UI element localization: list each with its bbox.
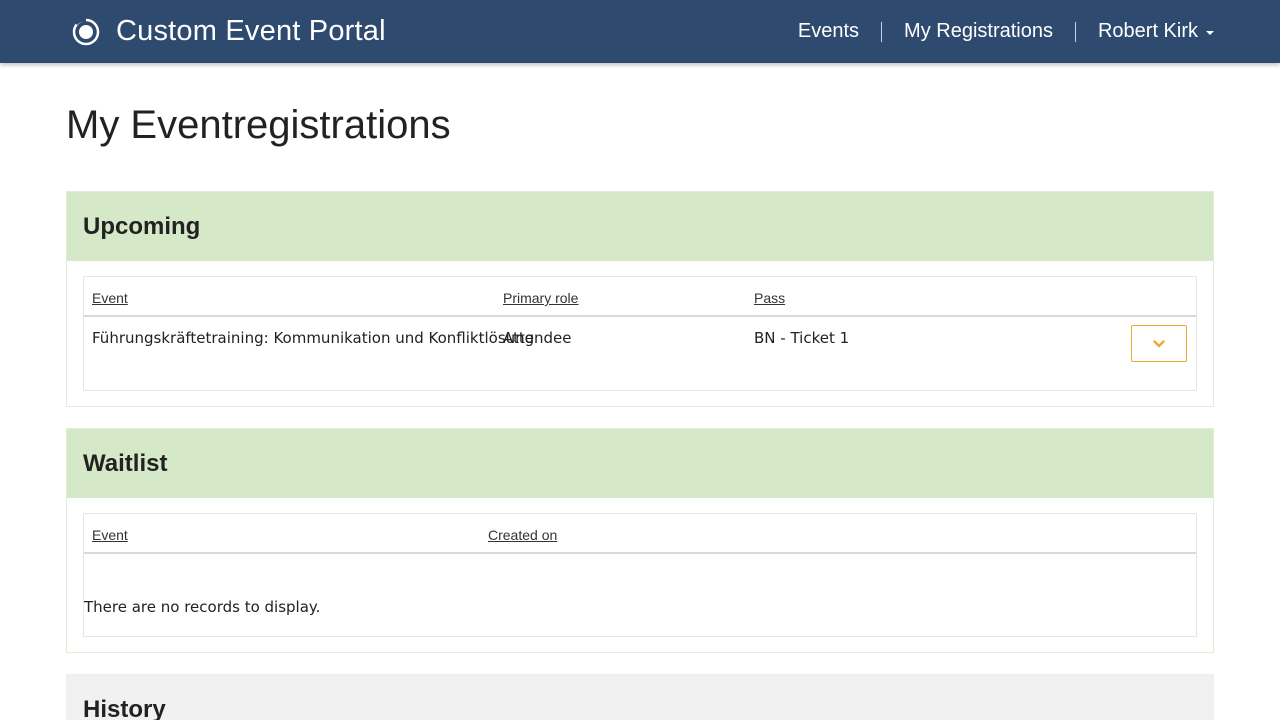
column-header-pass[interactable]: Pass bbox=[754, 290, 785, 306]
waitlist-panel-body: Event Created on There are no records to… bbox=[67, 498, 1213, 653]
caret-down-icon bbox=[1206, 30, 1214, 35]
page-title: My Eventregistrations bbox=[66, 103, 451, 147]
main-nav: Events My Registrations Robert Kirk bbox=[776, 0, 1214, 63]
nav-events-link[interactable]: Events bbox=[776, 20, 881, 43]
history-panel: History bbox=[66, 674, 1214, 720]
waitlist-panel: Waitlist Event Created on There are no r… bbox=[66, 428, 1214, 653]
user-name: Robert Kirk bbox=[1097, 20, 1198, 42]
waitlist-panel-heading: Waitlist bbox=[67, 429, 1213, 498]
cell-primary-role: Attendee bbox=[503, 329, 572, 347]
nav-my-registrations-link[interactable]: My Registrations bbox=[882, 20, 1075, 43]
column-header-created-on[interactable]: Created on bbox=[488, 527, 557, 543]
upcoming-grid-header: Event Primary role Pass bbox=[84, 277, 1196, 317]
waitlist-grid: Event Created on There are no records to… bbox=[83, 513, 1197, 637]
waitlist-empty-area: There are no records to display. bbox=[84, 554, 1196, 636]
brand-link[interactable]: Custom Event Portal bbox=[72, 0, 386, 63]
empty-records-message: There are no records to display. bbox=[84, 598, 321, 616]
history-title: History bbox=[83, 695, 166, 720]
upcoming-title: Upcoming bbox=[83, 212, 201, 240]
column-header-event[interactable]: Event bbox=[92, 527, 128, 543]
waitlist-grid-header: Event Created on bbox=[84, 514, 1196, 554]
upcoming-panel-heading: Upcoming bbox=[67, 192, 1213, 261]
cell-event: Führungskräftetraining: Kommunikation un… bbox=[92, 329, 535, 347]
column-header-event[interactable]: Event bbox=[92, 290, 128, 306]
app-title: Custom Event Portal bbox=[116, 15, 386, 47]
top-navbar: Custom Event Portal Events My Registrati… bbox=[0, 0, 1280, 63]
cell-pass: BN - Ticket 1 bbox=[754, 329, 850, 347]
user-menu-toggle[interactable]: Robert Kirk bbox=[1076, 20, 1214, 43]
table-row: Führungskräftetraining: Kommunikation un… bbox=[84, 317, 1196, 390]
upcoming-grid: Event Primary role Pass Führungskräftetr… bbox=[83, 276, 1197, 391]
upcoming-panel: Upcoming Event Primary role Pass Führung… bbox=[66, 191, 1214, 407]
upcoming-panel-body: Event Primary role Pass Führungskräftetr… bbox=[67, 261, 1213, 407]
waitlist-title: Waitlist bbox=[83, 449, 168, 477]
chevron-down-icon bbox=[1153, 339, 1165, 347]
portal-logo-icon bbox=[72, 17, 100, 45]
column-header-primary-role[interactable]: Primary role bbox=[503, 290, 578, 306]
history-panel-heading: History bbox=[67, 675, 1213, 720]
row-actions-dropdown-button[interactable] bbox=[1131, 325, 1187, 362]
